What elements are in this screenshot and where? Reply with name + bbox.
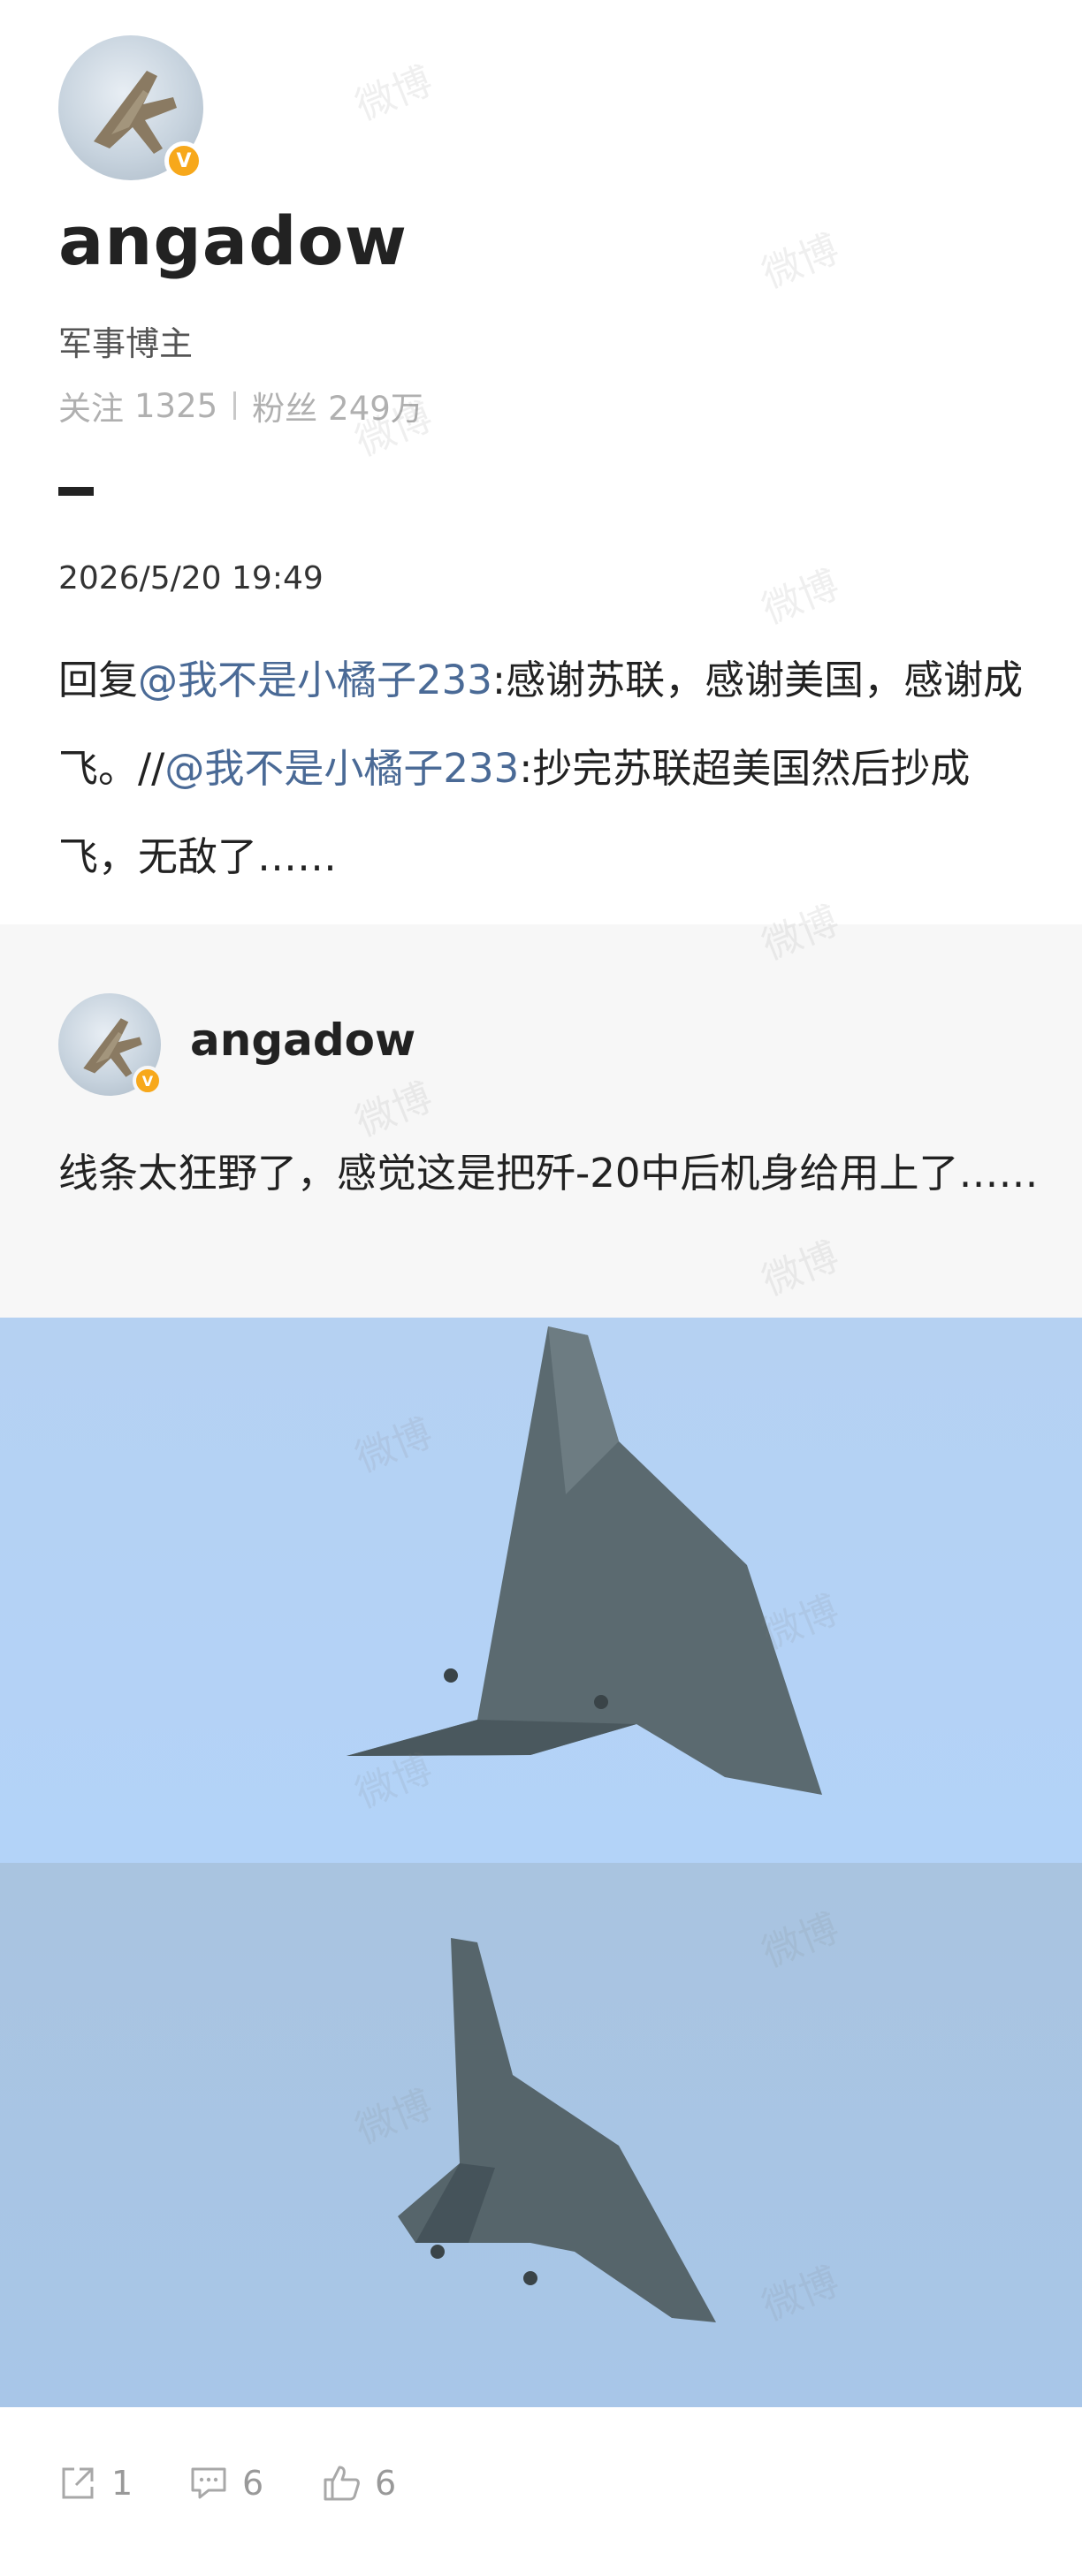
- user-stats: 关注 1325 粉丝 249万: [58, 382, 423, 429]
- aircraft-image: [398, 1938, 716, 2322]
- verified-badge-icon: V: [133, 1066, 163, 1096]
- post-body: 回复@我不是小橘子233:感谢苏联，感谢美国，感谢成飞。//@我不是小橘子233…: [58, 636, 1031, 901]
- share-count: 1: [111, 2464, 133, 2503]
- reposted-card[interactable]: V angadow 线条太狂野了，感觉这是把歼-20中后机身给用上了……: [0, 924, 1082, 1318]
- thumbs-up-icon: [324, 2466, 360, 2501]
- fans-count[interactable]: 249万: [328, 382, 423, 429]
- aircraft-image: [347, 1326, 822, 1795]
- follow-label[interactable]: 关注: [58, 382, 124, 429]
- comment-button[interactable]: 6: [187, 2462, 263, 2504]
- repost-text: 线条太狂野了，感觉这是把歼-20中后机身给用上了……: [58, 1150, 1039, 1197]
- user-bio: 军事博主: [58, 324, 194, 363]
- post-timestamp: 2026/5/20 19:49: [58, 560, 324, 597]
- like-button[interactable]: 6: [320, 2462, 396, 2504]
- follow-count[interactable]: 1325: [134, 387, 217, 425]
- repost-username[interactable]: angadow: [190, 1014, 415, 1066]
- comment-count: 6: [242, 2464, 264, 2503]
- comment-icon: [191, 2467, 226, 2499]
- share-button[interactable]: 1: [57, 2462, 133, 2504]
- action-bar: 1 6 6: [0, 2407, 1082, 2576]
- mention-link[interactable]: @我不是小橘子233: [164, 745, 519, 792]
- fans-label[interactable]: 粉丝: [252, 382, 317, 429]
- share-icon: [62, 2467, 94, 2499]
- post-image-1[interactable]: [0, 1318, 1082, 1863]
- like-count: 6: [375, 2464, 397, 2503]
- verified-badge-icon: V: [164, 141, 203, 180]
- stats-divider: [233, 391, 237, 420]
- reply-prefix: 回复: [58, 657, 139, 703]
- username[interactable]: angadow: [58, 201, 408, 280]
- post-header: V angadow 军事博主 关注 1325 粉丝 249万 2026/5/20…: [0, 0, 1082, 924]
- section-divider: [58, 487, 94, 496]
- post-image-2[interactable]: [0, 1863, 1082, 2407]
- mention-link[interactable]: @我不是小橘子233: [138, 657, 492, 703]
